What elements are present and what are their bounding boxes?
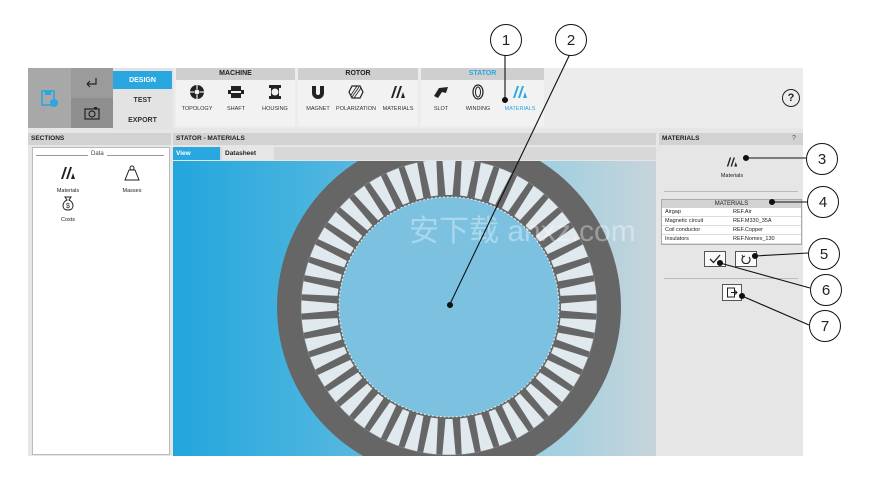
callout-5: 5 [808,238,840,270]
callout-1: 1 [490,24,522,56]
callout-lines [446,53,811,326]
callout-2: 2 [555,24,587,56]
callout-3: 3 [806,143,838,175]
callout-4: 4 [807,186,839,218]
callout-7: 7 [809,310,841,342]
callout-6: 6 [810,274,842,306]
